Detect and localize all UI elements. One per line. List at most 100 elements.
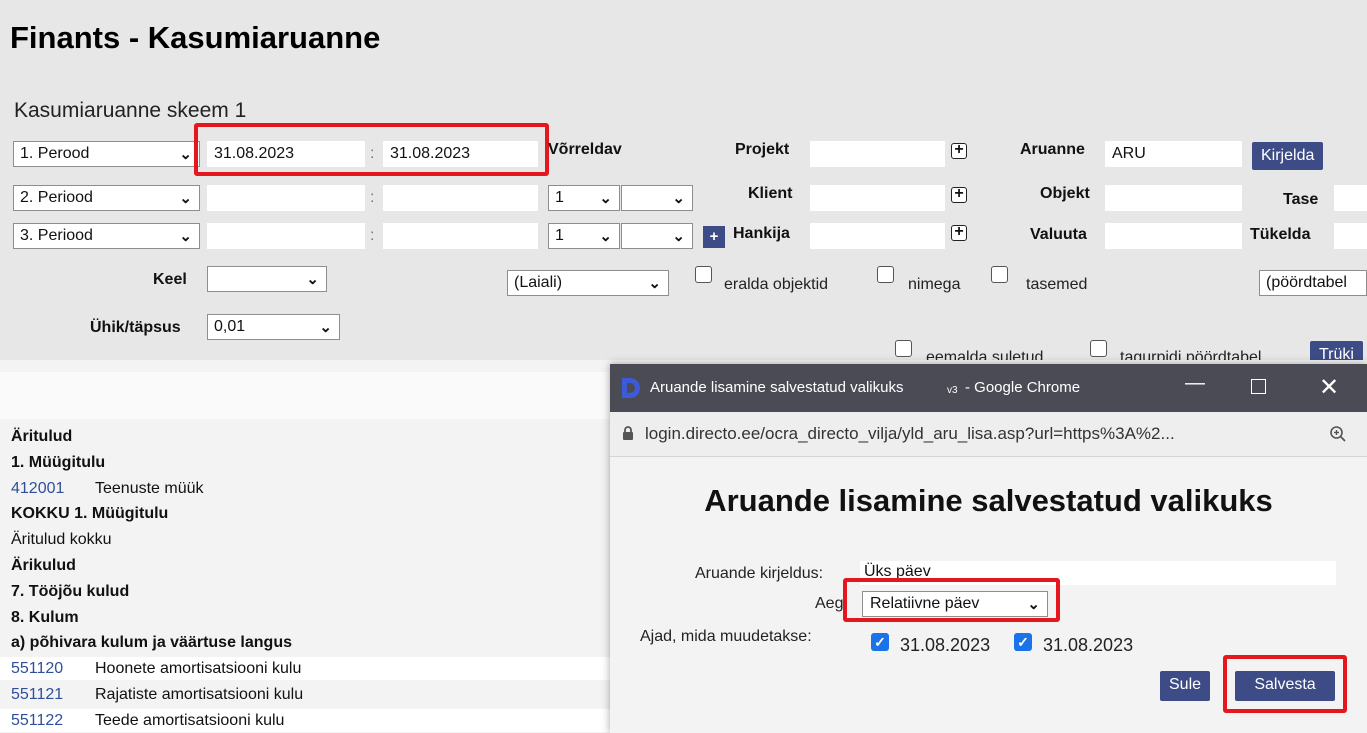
row-label: 8. Kulum [11,608,79,626]
hankija-label: Hankija [733,225,790,242]
period3-compare-select[interactable]: 1 ⌄ [548,223,620,249]
keel-select[interactable]: ⌄ [207,266,327,292]
row-label: a) põhivara kulum ja väärtuse langus [11,634,292,652]
projekt-label: Projekt [735,141,790,158]
period2-select[interactable]: 2. Periood ⌄ [13,185,200,211]
nimega-label: nimega [908,276,961,293]
tukelda-input[interactable] [1334,223,1367,249]
account-description: Hoonete amortisatsiooni kulu [95,660,302,678]
period2-compare2-select[interactable]: ⌄ [621,185,693,211]
period1-select[interactable]: 1. Perood ⌄ [13,141,200,167]
report-row: 7. Tööjõu kulud [0,580,620,603]
report-row: Äritulud [0,425,620,448]
account-row[interactable]: 551122 Teede amortisatsiooni kulu [0,708,620,732]
period3-compare-value: 1 [555,227,564,244]
close-icon[interactable]: ✕ [1319,373,1339,402]
add-period-plus-icon[interactable]: + [703,226,725,248]
period3-select[interactable]: 3. Periood ⌄ [13,223,200,249]
period1-select-value: 1. Perood [20,145,90,162]
poordtabel-select[interactable]: (pöördtabel [1259,270,1367,296]
tase-input[interactable] [1334,185,1367,211]
popup-titlebar: Aruande lisamine salvestatud valikuks v3… [610,364,1367,412]
period3-compare2-select[interactable]: ⌄ [621,223,693,249]
hankija-plus-icon[interactable]: + [951,224,967,241]
hankija-input[interactable] [810,223,945,249]
report-row: 8. Kulum [0,606,620,629]
kirjelda-button[interactable]: Kirjelda [1252,142,1324,170]
klient-label: Klient [748,185,793,202]
keel-label: Keel [153,271,187,288]
chevron-down-icon: ⌄ [672,190,685,207]
date1-label: 31.08.2023 [900,635,991,655]
date2-label: 31.08.2023 [1043,635,1134,655]
sule-button[interactable]: Sule [1160,671,1211,701]
objekt-input[interactable] [1105,185,1242,211]
ajad-label: Ajad, mida muudetakse: [640,628,812,645]
account-code[interactable]: 551121 [11,686,63,704]
account-code[interactable]: 551120 [11,660,63,678]
chevron-down-icon: ⌄ [179,146,192,163]
period2-compare-select[interactable]: 1 ⌄ [548,185,620,211]
popup-heading: Aruande lisamine salvestatud valikuks [704,483,1273,518]
eralda-objektid-checkbox[interactable] [695,266,712,283]
tagurpidi-checkbox[interactable] [1090,340,1107,357]
tukelda-label: Tükelda [1250,226,1311,243]
eralda-objektid-label: eralda objektid [724,276,829,293]
popup-window-title-app: - Google Chrome [965,379,1081,396]
popup-window-title: Aruande lisamine salvestatud valikuks [650,379,904,396]
tasemed-checkbox[interactable] [991,266,1008,283]
account-code[interactable]: 551122 [11,712,63,730]
vorreldav-label: Võrreldav [548,141,622,158]
maximize-icon[interactable] [1251,379,1266,394]
popup-window-title-version: v3 [947,385,958,396]
valuuta-label: Valuuta [1030,226,1087,243]
row-label: Ärikulud [11,557,76,574]
objekt-label: Objekt [1040,185,1090,202]
chevron-down-icon: ⌄ [179,228,192,245]
zoom-icon[interactable] [1329,425,1347,443]
aruanne-label: Aruanne [1020,141,1085,158]
chevron-down-icon: ⌄ [648,275,661,292]
date1-checkbox[interactable]: ✓ [871,633,889,651]
aruanne-input[interactable]: ARU [1105,141,1242,167]
uhik-select[interactable]: 0,01 ⌄ [207,314,340,340]
row-label: 1. Müügitulu [11,453,106,471]
report-row: Ärikulud [0,554,620,577]
lock-icon [623,426,633,440]
scheme-title: Kasumiaruanne skeem 1 [14,99,247,122]
laiali-select-value: (Laiali) [514,274,563,291]
account-row[interactable]: 551121 Rajatiste amortisatsiooni kulu [0,683,620,706]
period3-to-input[interactable] [383,223,538,249]
directo-logo-icon [622,378,640,398]
account-description: Rajatiste amortisatsiooni kulu [95,686,304,703]
row-label: 7. Tööjõu kulud [11,582,130,600]
eemalda-suletud-checkbox[interactable] [895,340,912,357]
account-description: Teede amortisatsiooni kulu [95,711,285,729]
klient-plus-icon[interactable]: + [951,186,967,203]
projekt-plus-icon[interactable]: + [951,142,967,159]
chevron-down-icon: ⌄ [319,319,332,336]
account-row[interactable]: 412001 Teenuste müük [0,476,620,500]
klient-input[interactable] [810,185,945,211]
period2-select-value: 2. Periood [20,189,93,206]
period2-from-input[interactable] [207,185,365,211]
period2-to-input[interactable] [383,185,538,211]
account-row[interactable]: 551120 Hoonete amortisatsiooni kulu [0,657,620,681]
tase-label: Tase [1283,191,1319,208]
period3-colon: : [370,227,375,244]
row-label: Äritulud [11,428,73,445]
nimega-checkbox[interactable] [877,266,894,283]
period3-select-value: 3. Periood [20,227,93,244]
chevron-down-icon: ⌄ [599,228,612,245]
account-code[interactable]: 412001 [11,480,64,498]
popup-url[interactable]: login.directo.ee/ocra_directo_vilja/yld_… [645,424,1175,444]
report-row: 1. Müügitulu [0,451,620,474]
uhik-select-value: 0,01 [214,318,246,335]
laiali-select[interactable]: (Laiali) ⌄ [507,270,669,296]
date2-checkbox[interactable]: ✓ [1014,633,1032,651]
projekt-input[interactable] [810,141,945,167]
minimize-icon[interactable]: — [1185,372,1205,395]
valuuta-input[interactable] [1105,223,1242,249]
period3-from-input[interactable] [207,223,365,249]
report-row: Äritulud kokku [0,528,620,551]
